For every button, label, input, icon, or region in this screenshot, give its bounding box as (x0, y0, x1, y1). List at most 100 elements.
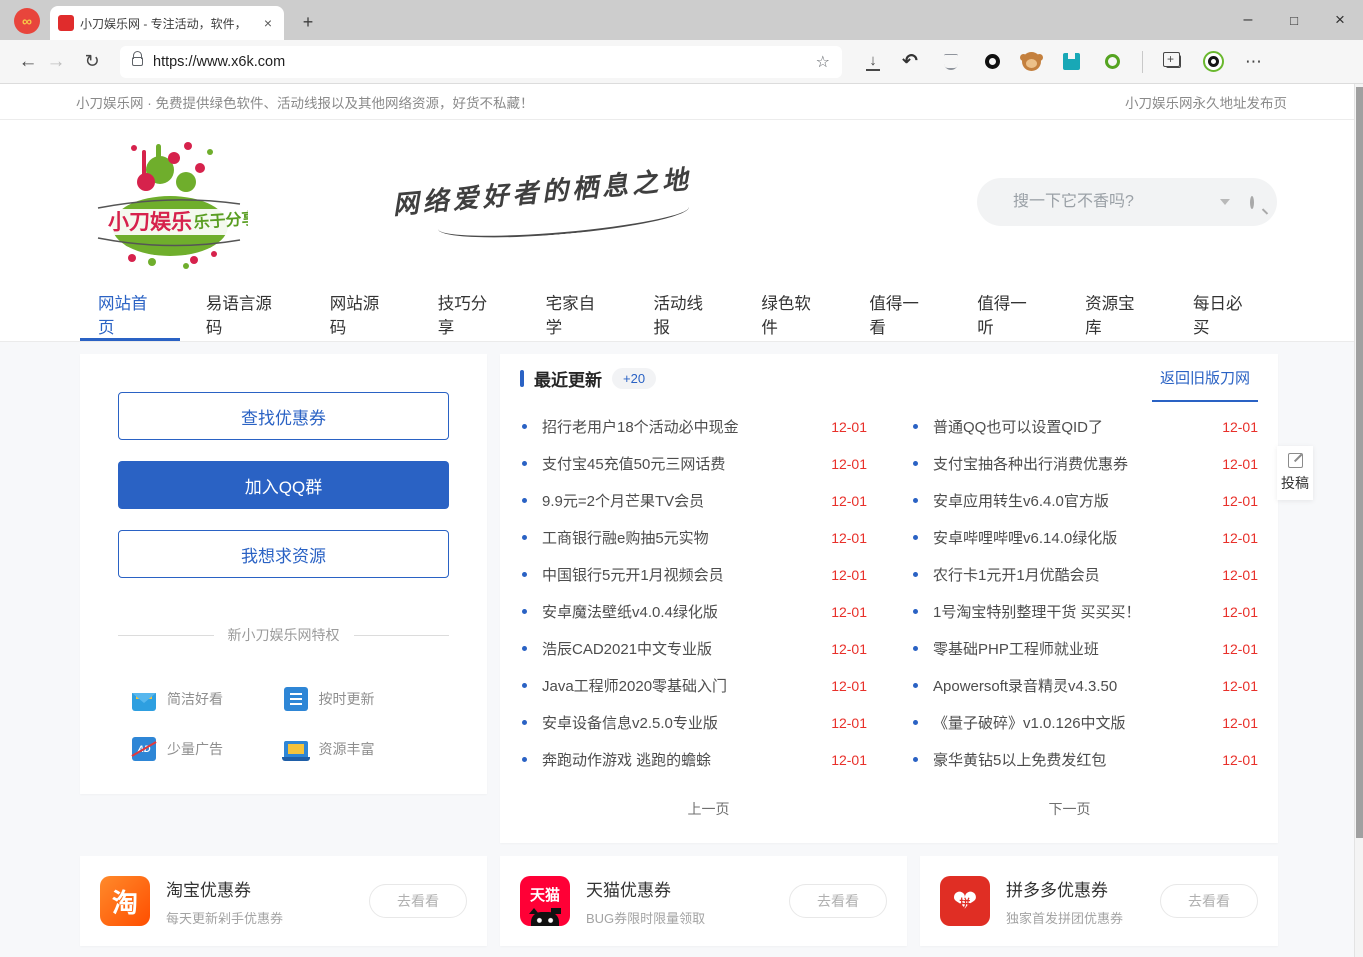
pinduoduo-coupon-card: 拼 拼多多优惠券 独家首发拼团优惠券 去看看 (920, 856, 1278, 946)
article-link[interactable]: Apowersoft录音精灵v4.3.50 (933, 675, 1214, 696)
article-date: 12-01 (1222, 752, 1258, 768)
join-qq-group-button[interactable]: 加入QQ群 (118, 461, 449, 509)
list-item[interactable]: 安卓哔哩哔哩v6.14.0绿化版12-01 (911, 519, 1258, 556)
article-link[interactable]: 工商银行融e购抽5元实物 (542, 527, 823, 548)
site-logo[interactable]: 小刀娱乐 乐于分享 (90, 130, 248, 278)
browser-profile-avatar-icon[interactable] (14, 8, 40, 34)
search-box[interactable] (977, 178, 1277, 226)
nav-item-home-study[interactable]: 宅家自学 (528, 287, 628, 341)
list-item[interactable]: 支付宝45充值50元三网话费12-01 (520, 445, 867, 482)
old-version-link[interactable]: 返回旧版刀网 (1152, 354, 1258, 402)
site-notice-bar: 小刀娱乐网 · 免费提供绿色软件、活动线报以及其他网络资源，好货不私藏！ 小刀娱… (0, 84, 1363, 120)
nav-item-easy-lang[interactable]: 易语言源码 (188, 287, 304, 341)
search-input[interactable] (977, 193, 1220, 211)
article-link[interactable]: 支付宝抽各种出行消费优惠券 (933, 453, 1214, 474)
shield-extension-icon[interactable] (944, 54, 958, 70)
article-link[interactable]: 安卓魔法壁纸v4.0.4绿化版 (542, 601, 823, 622)
window-maximize-icon[interactable] (1271, 0, 1317, 40)
nav-item-worth-listening[interactable]: 值得一听 (959, 287, 1059, 341)
back-icon[interactable] (14, 48, 42, 76)
find-coupon-button[interactable]: 查找优惠券 (118, 392, 449, 440)
more-menu-icon[interactable] (1243, 51, 1265, 73)
article-link[interactable]: 安卓应用转生v6.4.0官方版 (933, 490, 1214, 511)
list-item[interactable]: 浩辰CAD2021中文专业版12-01 (520, 630, 867, 667)
scrollbar-thumb[interactable] (1356, 87, 1363, 838)
nav-item-worth-watching[interactable]: 值得一看 (851, 287, 951, 341)
nav-item-daily-buy[interactable]: 每日必买 (1175, 287, 1275, 341)
article-link[interactable]: 中国银行5元开1月视频会员 (542, 564, 823, 585)
nav-item-resource-treasury[interactable]: 资源宝库 (1067, 287, 1167, 341)
window-minimize-icon[interactable] (1225, 0, 1271, 40)
article-link[interactable]: 浩辰CAD2021中文专业版 (542, 638, 823, 659)
article-link[interactable]: 9.9元=2个月芒果TV会员 (542, 490, 823, 511)
nav-item-site-source[interactable]: 网站源码 (312, 287, 412, 341)
reload-icon[interactable] (78, 48, 106, 76)
feature-label: 按时更新 (319, 689, 375, 709)
article-link[interactable]: 零基础PHP工程师就业班 (933, 638, 1214, 659)
donut-extension-icon[interactable] (985, 54, 1000, 69)
article-link[interactable]: 农行卡1元开1月优酷会员 (933, 564, 1214, 585)
list-item[interactable]: 安卓应用转生v6.4.0官方版12-01 (911, 482, 1258, 519)
article-link[interactable]: 安卓设备信息v2.5.0专业版 (542, 712, 823, 733)
url-text[interactable]: https://www.x6k.com (153, 54, 285, 70)
submit-post-button[interactable]: 投稿 (1277, 446, 1313, 500)
list-item[interactable]: 奔跑动作游戏 逃跑的蟾蜍12-01 (520, 741, 867, 778)
list-item[interactable]: 豪华黄钻5以上免费发红包 12-01 (911, 741, 1258, 778)
favorite-star-icon[interactable] (816, 52, 830, 72)
green-ring-extension-icon[interactable] (1105, 54, 1120, 69)
list-item[interactable]: 农行卡1元开1月优酷会员12-01 (911, 556, 1258, 593)
list-item[interactable]: 《量子破碎》v1.0.126中文版12-01 (911, 704, 1258, 741)
article-link[interactable]: 《量子破碎》v1.0.126中文版 (933, 712, 1214, 733)
article-date: 12-01 (1222, 604, 1258, 620)
pinduoduo-go-button[interactable]: 去看看 (1160, 884, 1258, 918)
browser-tab[interactable]: 小刀娱乐网 - 专注活动，软件， (50, 6, 284, 40)
search-category-caret-icon[interactable] (1220, 199, 1230, 205)
prev-page-button[interactable]: 上一页 (520, 792, 897, 825)
nav-item-green-software[interactable]: 绿色软件 (743, 287, 843, 341)
collections-icon[interactable] (1166, 55, 1181, 68)
new-tab-button[interactable] (294, 8, 322, 36)
tmall-go-button[interactable]: 去看看 (789, 884, 887, 918)
request-resource-button[interactable]: 我想求资源 (118, 530, 449, 578)
nav-item-home[interactable]: 网站首页 (80, 287, 180, 341)
article-link[interactable]: 安卓哔哩哔哩v6.14.0绿化版 (933, 527, 1214, 548)
list-item[interactable]: 中国银行5元开1月视频会员12-01 (520, 556, 867, 593)
article-link[interactable]: 1号淘宝特别整理干货 买买买！ (933, 601, 1214, 622)
floppy-extension-icon[interactable] (1063, 53, 1080, 70)
article-link[interactable]: 普通QQ也可以设置QID了 (933, 416, 1214, 437)
browser-toolbar: https://www.x6k.com (0, 40, 1363, 84)
panda-extension-icon[interactable] (1203, 51, 1224, 72)
download-icon[interactable] (866, 53, 880, 71)
lock-icon[interactable] (132, 57, 143, 66)
article-link[interactable]: Java工程师2020零基础入门 (542, 675, 823, 696)
list-item[interactable]: Apowersoft录音精灵v4.3.5012-01 (911, 667, 1258, 704)
article-link[interactable]: 豪华黄钻5以上免费发红包 (933, 749, 1214, 770)
article-link[interactable]: 奔跑动作游戏 逃跑的蟾蜍 (542, 749, 823, 770)
tab-close-icon[interactable] (260, 15, 276, 31)
list-item[interactable]: 招行老用户18个活动必中现金12-01 (520, 408, 867, 445)
next-page-button[interactable]: 下一页 (881, 792, 1258, 825)
list-item[interactable]: 安卓设备信息v2.5.0专业版12-01 (520, 704, 867, 741)
window-close-icon[interactable] (1317, 0, 1363, 40)
list-item[interactable]: 普通QQ也可以设置QID了12-01 (911, 408, 1258, 445)
list-item[interactable]: Java工程师2020零基础入门12-01 (520, 667, 867, 704)
list-item[interactable]: 9.9元=2个月芒果TV会员12-01 (520, 482, 867, 519)
feature-label: 资源丰富 (319, 739, 375, 759)
list-item[interactable]: 零基础PHP工程师就业班12-01 (911, 630, 1258, 667)
taobao-go-button[interactable]: 去看看 (369, 884, 467, 918)
list-item[interactable]: 支付宝抽各种出行消费优惠券12-01 (911, 445, 1258, 482)
search-icon[interactable] (1250, 196, 1254, 209)
article-link[interactable]: 招行老用户18个活动必中现金 (542, 416, 823, 437)
list-item[interactable]: 1号淘宝特别整理干货 买买买！ 12-01 (911, 593, 1258, 630)
list-item[interactable]: 安卓魔法壁纸v4.0.4绿化版12-01 (520, 593, 867, 630)
page-scrollbar[interactable] (1354, 84, 1363, 957)
content-area: 查找优惠券 加入QQ群 我想求资源 新小刀娱乐网特权 简洁好看 按时更新 (0, 342, 1363, 957)
article-link[interactable]: 支付宝45充值50元三网话费 (542, 453, 823, 474)
monkey-extension-icon[interactable] (1022, 52, 1041, 71)
nav-item-tips[interactable]: 技巧分享 (420, 287, 520, 341)
list-item[interactable]: 工商银行融e购抽5元实物12-01 (520, 519, 867, 556)
undo-extension-icon[interactable] (899, 51, 921, 73)
nav-item-activities[interactable]: 活动线报 (636, 287, 736, 341)
address-bar[interactable]: https://www.x6k.com (120, 46, 842, 78)
permanent-address-link[interactable]: 小刀娱乐网永久地址发布页 (1125, 92, 1287, 112)
